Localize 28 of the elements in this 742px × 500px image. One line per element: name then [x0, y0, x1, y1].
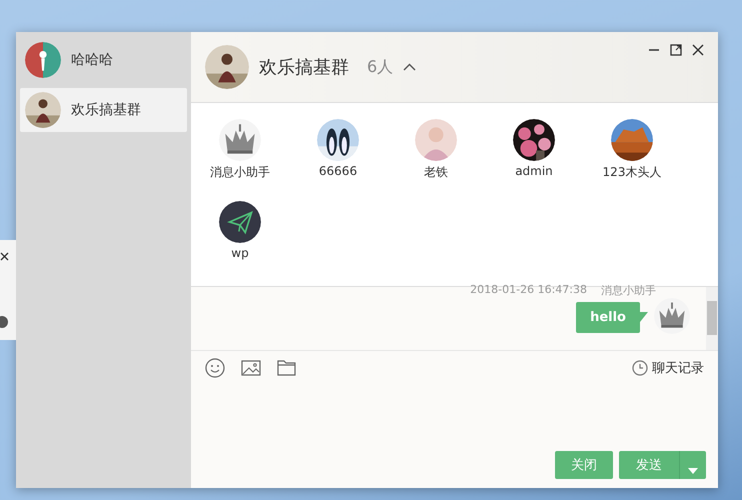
member-name: 66666	[318, 164, 358, 178]
chat-title: 欢乐搞基群	[259, 56, 349, 79]
chevron-up-icon[interactable]	[403, 63, 416, 71]
crown-avatar	[219, 119, 261, 161]
member-name: 老铁	[424, 164, 448, 181]
image-icon[interactable]	[241, 360, 261, 376]
folder-icon[interactable]	[277, 359, 296, 376]
chat-history-button[interactable]: 聊天记录	[632, 358, 704, 376]
caret-icon	[688, 468, 698, 474]
emoji-icon[interactable]	[205, 358, 225, 378]
sender-name: 消息小助手	[601, 283, 656, 298]
member-name: 消息小助手	[210, 164, 270, 181]
chat-list-item[interactable]: 欢乐搞基群	[20, 88, 187, 132]
clock-icon	[632, 360, 648, 376]
close-icon[interactable]	[0, 252, 9, 261]
member-name: wp	[231, 246, 249, 260]
scrollbar[interactable]	[706, 287, 718, 350]
send-options-button[interactable]	[679, 451, 706, 479]
message-time: 2018-01-26 16:47:38	[470, 283, 587, 298]
profile-name: 哈哈哈	[71, 51, 113, 69]
member-count: 6人	[367, 56, 394, 78]
maximize-icon[interactable]	[670, 44, 682, 56]
crown-avatar	[654, 298, 690, 334]
member-name: admin	[515, 164, 553, 178]
bubble-tail	[640, 312, 648, 322]
paper-plane-avatar	[219, 201, 261, 243]
close-icon[interactable]	[692, 44, 704, 56]
member-name: 123木头人	[602, 164, 662, 181]
